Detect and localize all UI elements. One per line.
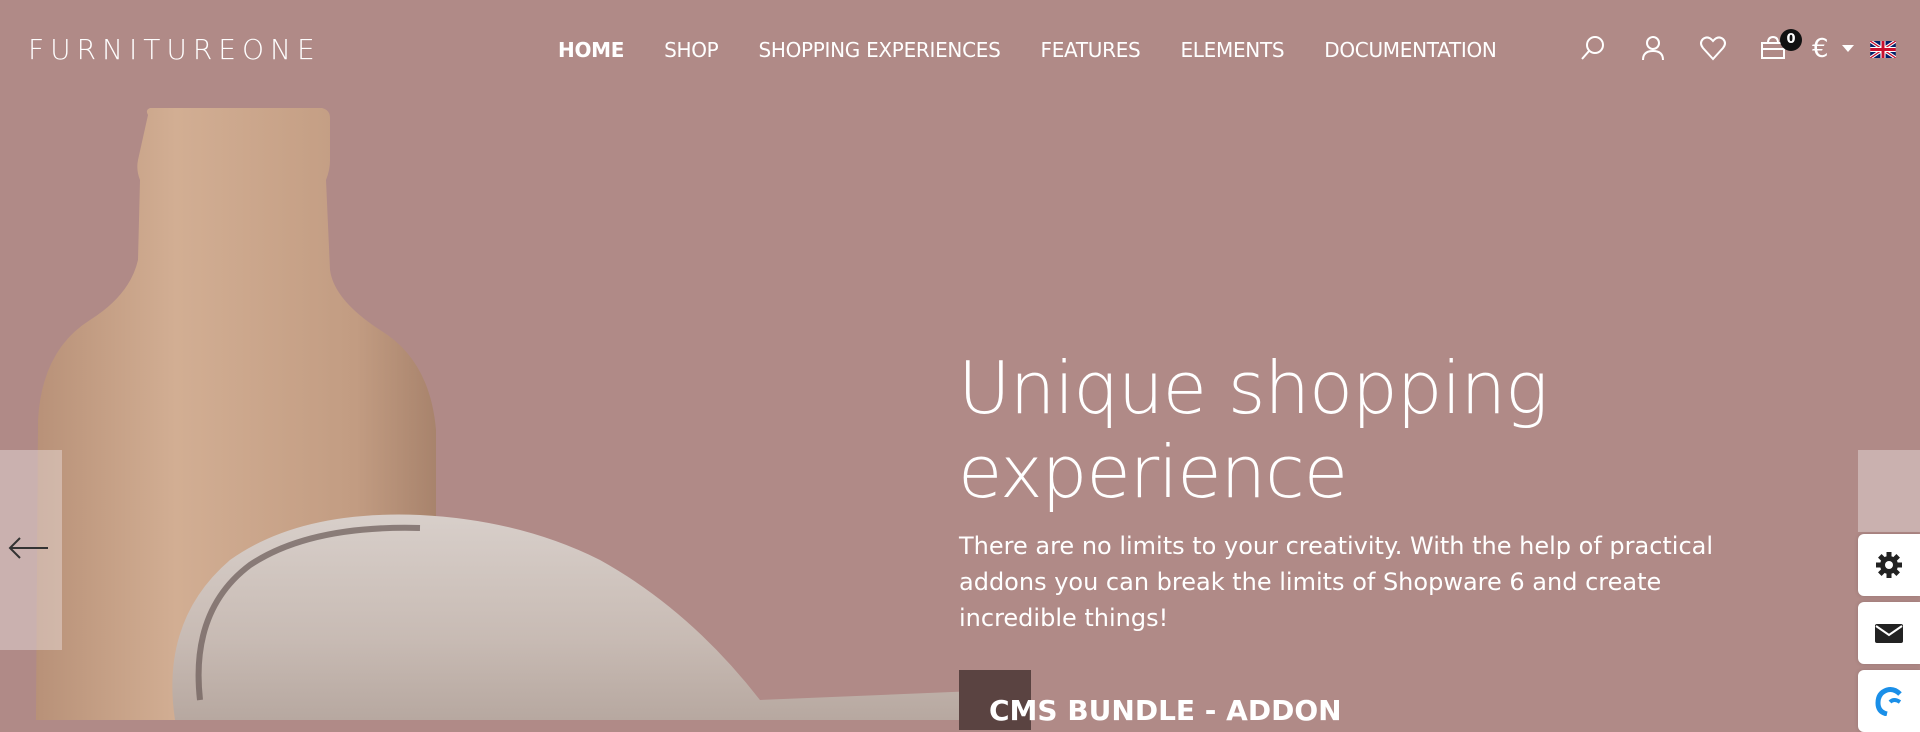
main-nav: HOME SHOP SHOPPING EXPERIENCES FEATURES … xyxy=(558,38,1537,62)
nav-shopping-experiences[interactable]: SHOPPING EXPERIENCES xyxy=(758,38,1000,62)
account-icon[interactable] xyxy=(1638,33,1672,67)
gear-icon xyxy=(1876,552,1902,578)
arrow-left-icon xyxy=(8,537,48,559)
slider-prev-button[interactable] xyxy=(0,450,62,650)
search-icon[interactable] xyxy=(1578,33,1612,67)
wishlist-heart-icon[interactable] xyxy=(1698,33,1732,67)
site-logo[interactable]: FURNITUREONE xyxy=(28,33,321,66)
nav-documentation[interactable]: DOCUMENTATION xyxy=(1324,38,1497,62)
cart-count-badge: 0 xyxy=(1780,29,1802,51)
nav-features[interactable]: FEATURES xyxy=(1041,38,1141,62)
currency-switcher[interactable]: € xyxy=(1812,34,1829,64)
mail-icon xyxy=(1875,624,1903,643)
cms-bundle-button-label: CMS BUNDLE - ADDON xyxy=(989,694,1342,727)
cart-icon[interactable]: 0 xyxy=(1758,29,1802,67)
nav-home[interactable]: HOME xyxy=(558,38,624,62)
hero-title-line-2: experience xyxy=(958,430,1348,514)
chevron-down-icon[interactable] xyxy=(1842,45,1854,52)
contact-mail-button[interactable] xyxy=(1858,602,1920,664)
shopware-button[interactable] xyxy=(1858,670,1920,732)
nav-shop[interactable]: SHOP xyxy=(664,38,719,62)
nav-elements[interactable]: ELEMENTS xyxy=(1180,38,1284,62)
hero-description: There are no limits to your creativity. … xyxy=(959,532,1714,632)
site-header: FURNITUREONE HOME SHOP SHOPPING EXPERIEN… xyxy=(0,0,1920,100)
hero-title-line-1: Unique shopping xyxy=(958,346,1548,430)
cms-bundle-button[interactable]: CMS BUNDLE - ADDON xyxy=(959,670,1342,730)
slider-next-button[interactable] xyxy=(1858,450,1920,532)
shopware-logo-icon xyxy=(1875,687,1902,716)
settings-button[interactable] xyxy=(1858,534,1920,596)
uk-flag-icon[interactable] xyxy=(1870,41,1896,58)
hero-title: Unique shopping experience xyxy=(958,346,1758,514)
